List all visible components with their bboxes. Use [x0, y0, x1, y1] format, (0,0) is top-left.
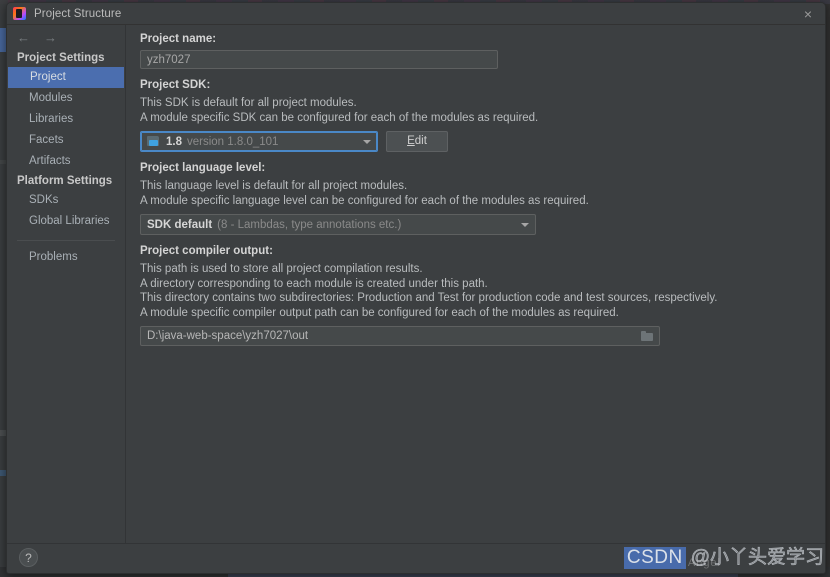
- sidebar-group-header-project-settings: Project Settings: [17, 52, 105, 64]
- sidebar-item-project[interactable]: Project: [8, 67, 124, 88]
- edit-button-label-rest: dit: [414, 135, 427, 147]
- project-settings-panel: Project name: yzh7027 Project SDK: This …: [126, 25, 825, 543]
- language-level-selected-detail: (8 - Lambdas, type annotations etc.): [217, 218, 402, 231]
- sidebar-item-modules[interactable]: Modules: [7, 88, 125, 109]
- project-name-section: Project name: yzh7027: [140, 33, 811, 69]
- project-sdk-dropdown[interactable]: 1.8 version 1.8.0_101: [140, 131, 378, 152]
- project-structure-dialog: Project Structure × ← → Project Settings…: [6, 2, 826, 574]
- project-language-level-section: Project language level: This language le…: [140, 162, 811, 235]
- project-sdk-description-line-2: A module specific SDK can be configured …: [140, 111, 539, 124]
- project-compiler-output-section: Project compiler output: This path is us…: [140, 245, 811, 346]
- dialog-titlebar: Project Structure ×: [7, 3, 825, 25]
- project-sdk-description-line-1: This SDK is default for all project modu…: [140, 97, 357, 109]
- back-arrow-icon[interactable]: ←: [17, 31, 30, 44]
- close-icon[interactable]: ×: [799, 5, 817, 23]
- project-name-label: Project name:: [140, 33, 217, 45]
- compiler-output-description-line-3: This directory contains two subdirectori…: [140, 292, 718, 304]
- language-level-description-line-2: A module specific language level can be …: [140, 194, 589, 207]
- chevron-down-icon: [363, 139, 371, 144]
- sidebar-item-sdks[interactable]: SDKs: [7, 190, 125, 211]
- forward-arrow-icon[interactable]: →: [44, 31, 57, 44]
- project-compiler-output-label: Project compiler output:: [140, 245, 273, 257]
- help-question-icon[interactable]: ?: [19, 548, 38, 567]
- compiler-output-path-value: D:\java-web-space\yzh7027\out: [147, 330, 309, 342]
- settings-sidebar: ← → Project Settings Project Modules Lib…: [7, 25, 126, 543]
- sidebar-group-header-platform-settings: Platform Settings: [17, 175, 113, 187]
- project-sdk-section: Project SDK: This SDK is default for all…: [140, 79, 811, 152]
- dialog-footer: ?: [7, 543, 825, 573]
- project-sdk-selected-name: 1.8: [166, 135, 182, 148]
- folder-browse-icon[interactable]: [641, 331, 654, 341]
- language-level-selected-name: SDK default: [147, 218, 213, 231]
- compiler-output-description-line-1: This path is used to store all project c…: [140, 263, 423, 275]
- compiler-output-description-line-4: A module specific compiler output path c…: [140, 306, 619, 319]
- language-level-description-line-1: This language level is default for all p…: [140, 180, 408, 192]
- sidebar-item-facets[interactable]: Facets: [7, 130, 125, 151]
- project-sdk-row: 1.8 version 1.8.0_101 Edit: [140, 131, 811, 152]
- java-sdk-folder-icon: [147, 136, 160, 147]
- dialog-title: Project Structure: [34, 7, 122, 20]
- compiler-output-path-input[interactable]: D:\java-web-space\yzh7027\out: [140, 326, 660, 346]
- sidebar-item-artifacts[interactable]: Artifacts: [7, 151, 125, 172]
- edit-button-mnemonic: E: [407, 135, 415, 147]
- project-sdk-label: Project SDK:: [140, 79, 211, 91]
- compiler-output-description-line-2: A directory corresponding to each module…: [140, 277, 488, 290]
- sidebar-item-libraries[interactable]: Libraries: [7, 109, 125, 130]
- intellij-idea-icon: [13, 7, 26, 20]
- sidebar-navigation-bar: ← →: [7, 25, 125, 49]
- project-language-level-dropdown[interactable]: SDK default (8 - Lambdas, type annotatio…: [140, 214, 536, 235]
- dialog-body: ← → Project Settings Project Modules Lib…: [7, 25, 825, 543]
- project-name-input[interactable]: yzh7027: [140, 50, 498, 69]
- sidebar-divider: [17, 240, 115, 241]
- edit-sdk-button[interactable]: Edit: [386, 131, 448, 152]
- sidebar-item-global-libraries[interactable]: Global Libraries: [7, 211, 125, 232]
- sidebar-item-problems[interactable]: Problems: [7, 247, 125, 268]
- chevron-down-icon: [521, 222, 529, 227]
- project-sdk-selected-version: version 1.8.0_101: [187, 135, 279, 148]
- project-language-level-label: Project language level:: [140, 162, 266, 174]
